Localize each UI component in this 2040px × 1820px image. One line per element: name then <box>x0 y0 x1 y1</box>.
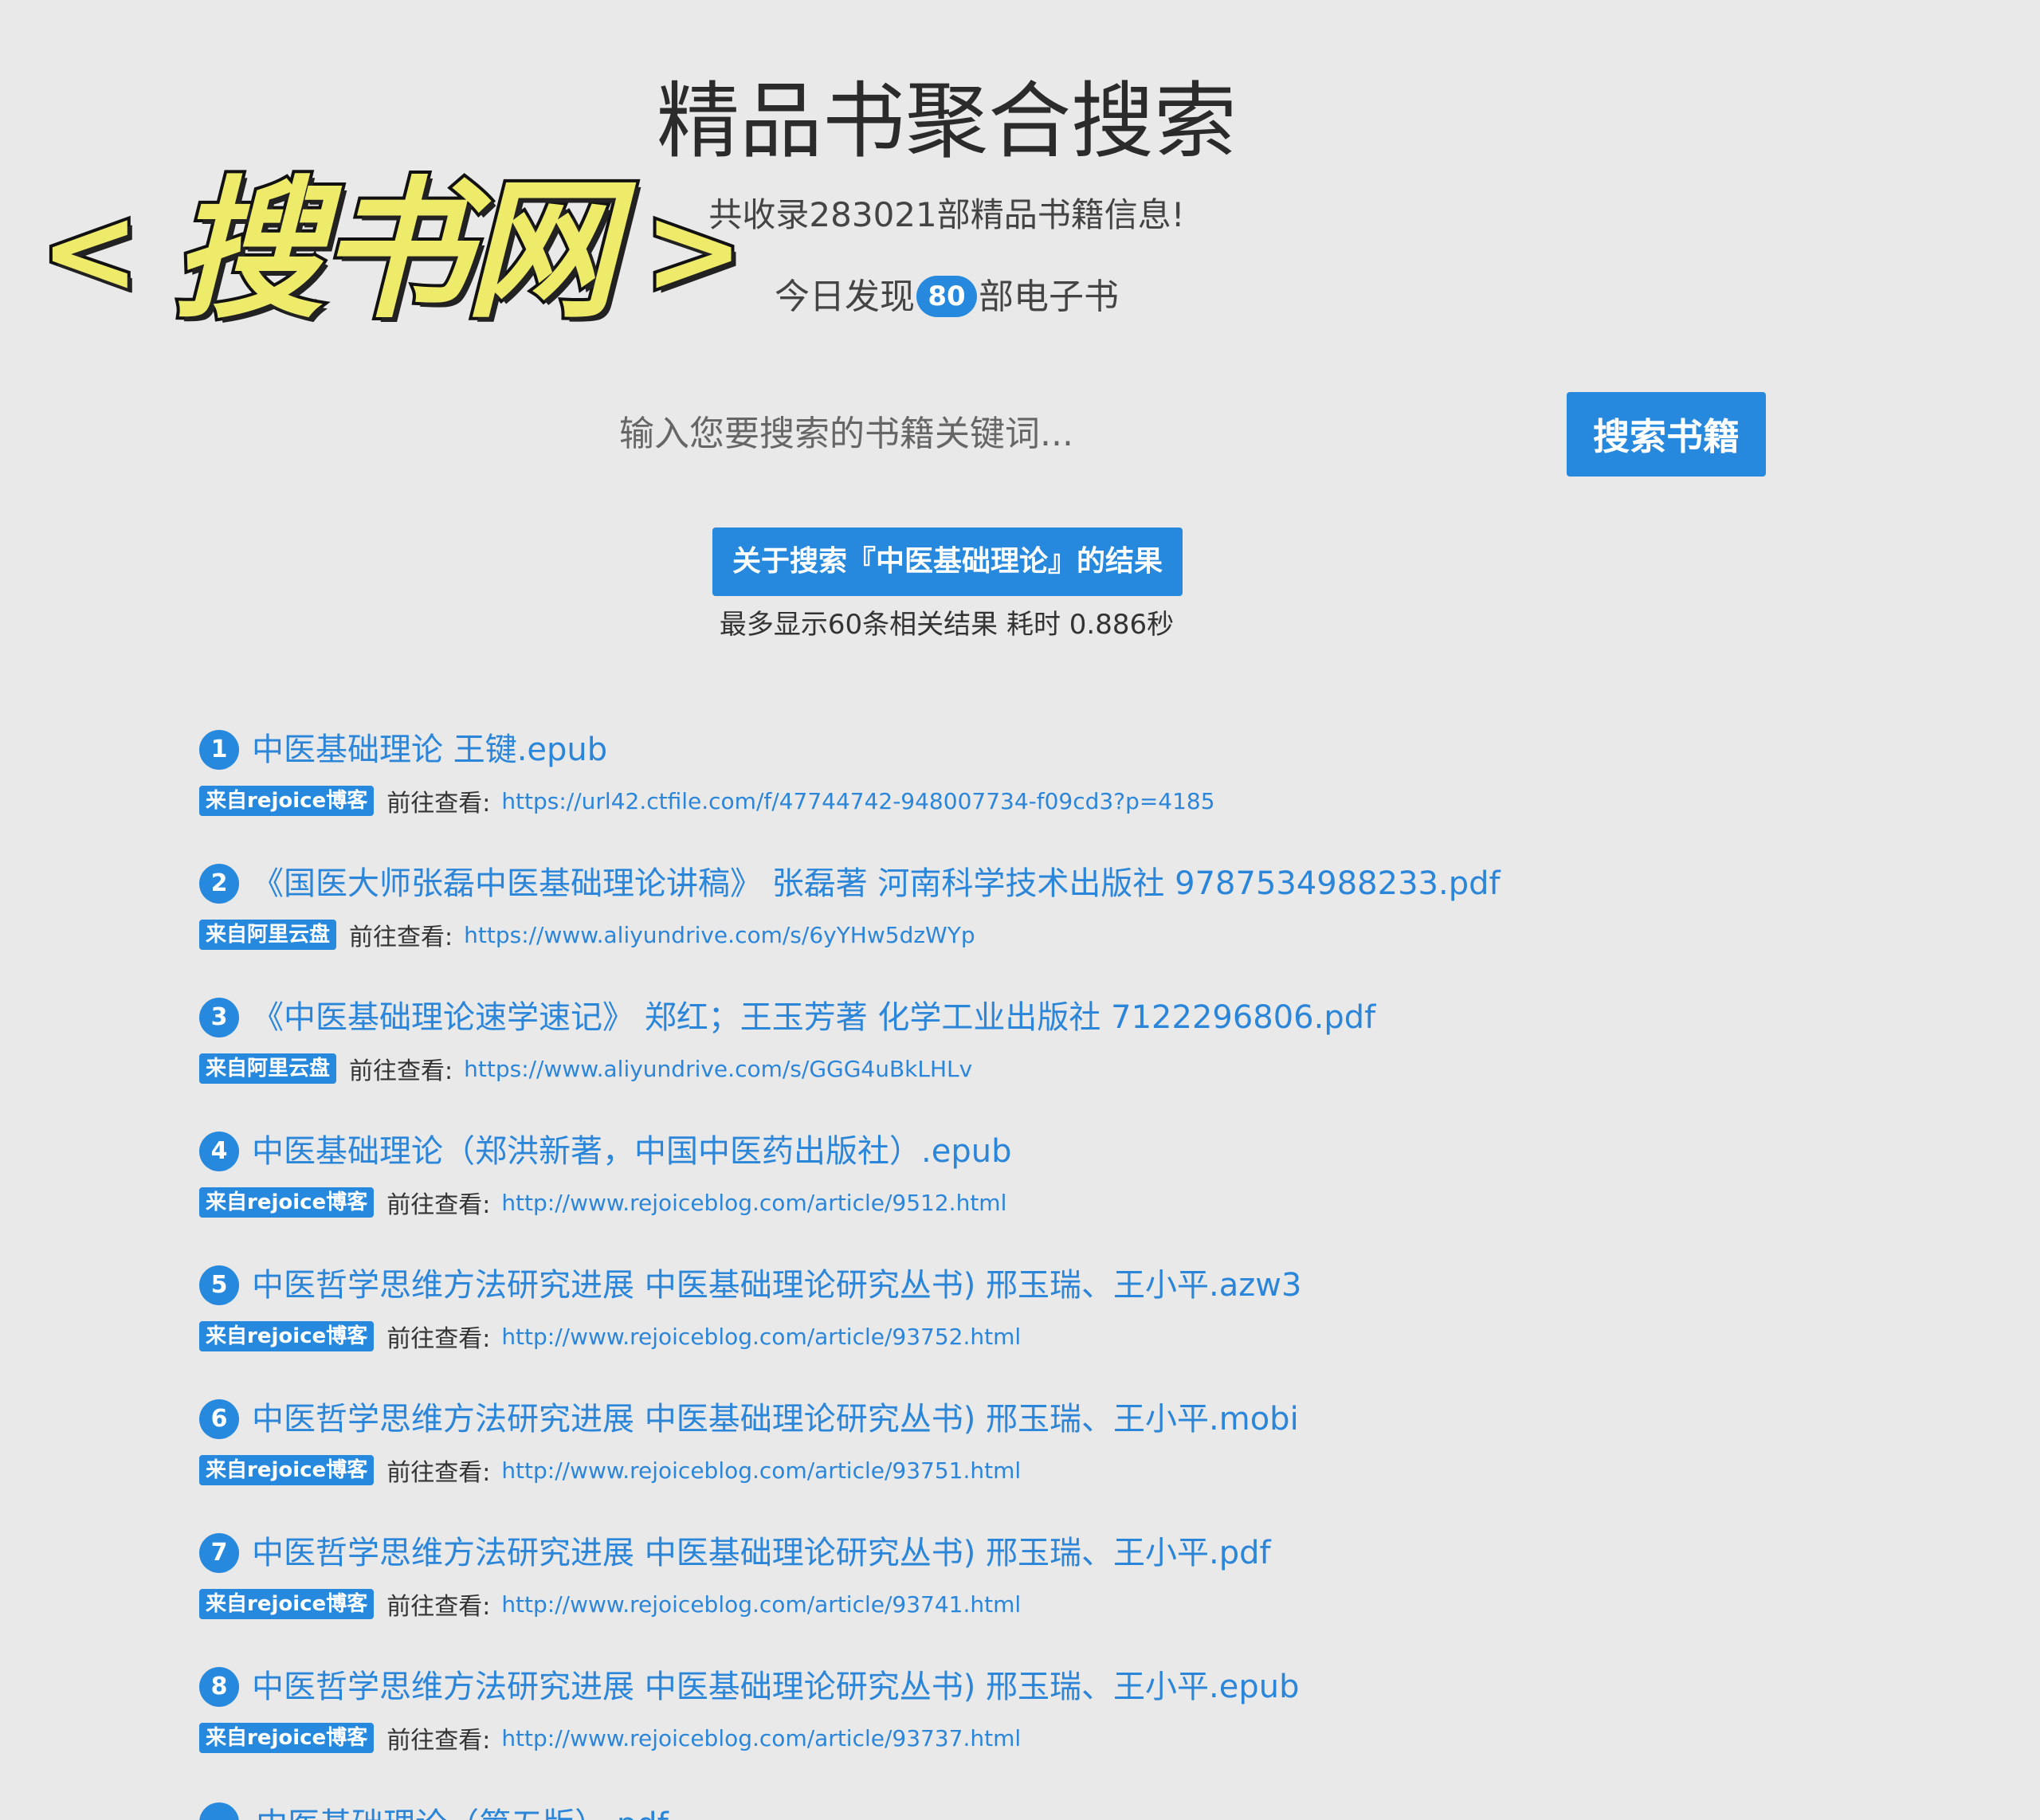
result-item: 3 《中医基础理论速学速记》 郑红；王玉芳著 化学工业出版社 712229680… <box>199 993 1952 1127</box>
result-number-badge <box>199 1802 239 1820</box>
result-number-badge: 3 <box>199 998 239 1037</box>
result-title-link[interactable]: 中医基础理论（郑洪新著，中国中医药出版社）.epub <box>252 1129 1011 1174</box>
source-badge: 来自rejoice博客 <box>199 1723 375 1753</box>
result-number-badge: 4 <box>199 1132 239 1171</box>
result-url-link[interactable]: https://www.aliyundrive.com/s/GGG4uBkLHL… <box>464 1056 972 1082</box>
result-title-link[interactable]: 《国医大师张磊中医基础理论讲稿》 张磊著 河南科学技术出版社 978753498… <box>252 861 1501 906</box>
result-title-link[interactable]: 中医哲学思维方法研究进展 中医基础理论研究丛书) 邢玉瑞、王小平.epub <box>252 1665 1300 1709</box>
logo-text: 搜书网 <box>169 163 620 339</box>
search-result-meta: 最多显示60条相关结果 耗时 0.886秒 <box>719 609 1175 641</box>
goto-label: 前往查看: <box>349 924 453 951</box>
goto-label: 前往查看: <box>386 790 491 818</box>
source-badge: 来自rejoice博客 <box>199 1589 375 1619</box>
goto-label: 前往查看: <box>386 1459 491 1487</box>
search-input[interactable] <box>129 390 1563 477</box>
result-url-link[interactable]: https://url42.ctfile.com/f/47744742-9480… <box>501 788 1214 814</box>
source-badge: 来自rejoice博客 <box>199 1455 375 1485</box>
logo-left-chevron: < <box>37 178 143 324</box>
result-title-link[interactable]: 中医哲学思维方法研究进展 中医基础理论研究丛书) 邢玉瑞、王小平.pdf <box>252 1531 1271 1575</box>
result-item: 4 中医基础理论（郑洪新著，中国中医药出版社）.epub 来自rejoice博客… <box>199 1127 1952 1261</box>
result-url-link[interactable]: http://www.rejoiceblog.com/article/93737… <box>501 1725 1021 1751</box>
result-item: 6 中医哲学思维方法研究进展 中医基础理论研究丛书) 邢玉瑞、王小平.mobi … <box>199 1394 1952 1528</box>
result-url-link[interactable]: http://www.rejoiceblog.com/article/93751… <box>501 1457 1021 1484</box>
result-number-badge: 2 <box>199 864 239 904</box>
today-prefix: 今日发现 <box>775 277 915 317</box>
site-logo-overlay: < 搜书网 > <box>37 163 757 339</box>
page-title: 精品书聚合搜索 <box>656 73 1237 170</box>
result-number-badge: 6 <box>199 1399 239 1439</box>
search-button[interactable]: 搜索书籍 <box>1567 392 1766 477</box>
result-number-badge: 7 <box>199 1533 239 1573</box>
result-number-badge: 5 <box>199 1265 239 1305</box>
source-badge: 来自阿里云盘 <box>199 920 337 950</box>
result-title-link[interactable]: 中医基础理论（第五版）.pdf <box>256 1806 669 1820</box>
result-item: 7 中医哲学思维方法研究进展 中医基础理论研究丛书) 邢玉瑞、王小平.pdf 来… <box>199 1528 1952 1662</box>
result-url-link[interactable]: http://www.rejoiceblog.com/article/9512.… <box>501 1190 1006 1216</box>
goto-label: 前往查看: <box>386 1191 491 1219</box>
result-title-link[interactable]: 中医哲学思维方法研究进展 中医基础理论研究丛书) 邢玉瑞、王小平.azw3 <box>252 1263 1301 1308</box>
result-title-link[interactable]: 中医基础理论 王键.epub <box>252 728 607 772</box>
result-url-link[interactable]: https://www.aliyundrive.com/s/6yYHw5dzWY… <box>464 922 975 948</box>
result-url-link[interactable]: http://www.rejoiceblog.com/article/93752… <box>501 1324 1021 1350</box>
search-result-banner: 关于搜索『中医基础理论』的结果 <box>712 528 1183 596</box>
result-item: 1 中医基础理论 王键.epub 来自rejoice博客 前往查看: https… <box>199 725 1952 859</box>
goto-label: 前往查看: <box>386 1593 491 1621</box>
result-title-link[interactable]: 中医哲学思维方法研究进展 中医基础理论研究丛书) 邢玉瑞、王小平.mobi <box>252 1397 1299 1441</box>
goto-label: 前往查看: <box>386 1325 491 1353</box>
result-item: 8 中医哲学思维方法研究进展 中医基础理论研究丛书) 邢玉瑞、王小平.epub … <box>199 1662 1952 1796</box>
source-badge: 来自rejoice博客 <box>199 1187 375 1218</box>
result-title-link[interactable]: 《中医基础理论速学速记》 郑红；王玉芳著 化学工业出版社 7122296806.… <box>252 995 1375 1040</box>
result-item: 5 中医哲学思维方法研究进展 中医基础理论研究丛书) 邢玉瑞、王小平.azw3 … <box>199 1261 1952 1394</box>
result-item: 2 《国医大师张磊中医基础理论讲稿》 张磊著 河南科学技术出版社 9787534… <box>199 859 1952 993</box>
source-badge: 来自rejoice博客 <box>199 786 375 816</box>
source-badge: 来自阿里云盘 <box>199 1053 337 1084</box>
goto-label: 前往查看: <box>386 1727 491 1755</box>
today-count-badge: 80 <box>916 276 977 317</box>
result-item-partial: 中医基础理论（第五版）.pdf <box>199 1802 996 1820</box>
result-number-badge: 8 <box>199 1667 239 1707</box>
logo-right-chevron: > <box>641 178 747 324</box>
results-list: 1 中医基础理论 王键.epub 来自rejoice博客 前往查看: https… <box>199 725 1952 1796</box>
result-url-link[interactable]: http://www.rejoiceblog.com/article/93741… <box>501 1591 1021 1618</box>
source-badge: 来自rejoice博客 <box>199 1321 375 1351</box>
result-number-badge: 1 <box>199 730 239 770</box>
goto-label: 前往查看: <box>349 1057 453 1085</box>
today-suffix: 部电子书 <box>979 277 1119 317</box>
